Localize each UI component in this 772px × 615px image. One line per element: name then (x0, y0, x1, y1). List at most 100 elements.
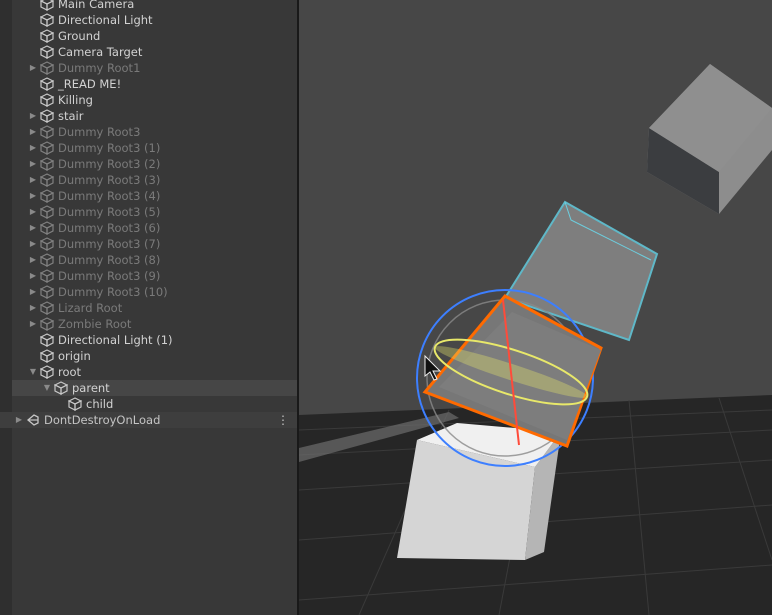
fold-collapsed-icon[interactable]: ▶ (28, 220, 38, 236)
cube-icon (39, 333, 55, 347)
hierarchy-item-label: Dummy Root3 (1) (58, 141, 161, 155)
cube-icon (39, 93, 55, 107)
cube-icon (39, 29, 55, 43)
cube-icon (39, 173, 55, 187)
hierarchy-item-main-camera[interactable]: Main Camera (12, 0, 297, 12)
hierarchy-item-label: Dummy Root3 (7) (58, 237, 161, 251)
cube-icon (39, 189, 55, 203)
hierarchy-item-origin[interactable]: origin (12, 348, 297, 364)
fold-collapsed-icon[interactable]: ▶ (28, 124, 38, 140)
hierarchy-item-label: _READ ME! (58, 77, 122, 91)
hierarchy-item-label: Dummy Root3 (10) (58, 285, 168, 299)
fold-collapsed-icon[interactable]: ▶ (28, 108, 38, 124)
cube-icon (53, 381, 69, 395)
cube-icon (39, 221, 55, 235)
unity-scene-icon (26, 413, 40, 427)
hierarchy-item-dummy-root3-5[interactable]: ▶ Dummy Root3 (5) (12, 204, 297, 220)
fold-collapsed-icon[interactable]: ▶ (28, 204, 38, 220)
hierarchy-item-label: Dummy Root3 (3) (58, 173, 161, 187)
cube-icon (39, 109, 55, 123)
fold-collapsed-icon[interactable]: ▶ (28, 236, 38, 252)
hierarchy-item-dummy-root3-10[interactable]: ▶ Dummy Root3 (10) (12, 284, 297, 300)
hierarchy-item-label: parent (72, 381, 110, 395)
cube-icon (39, 141, 55, 155)
cube-icon (39, 0, 55, 11)
hierarchy-item-root[interactable]: ▼ root (12, 364, 297, 380)
hierarchy-item-label: Directional Light (58, 13, 153, 27)
hierarchy-item-directional-light-1[interactable]: Directional Light (1) (12, 332, 297, 348)
scene-canvas[interactable] (299, 0, 772, 615)
scene-menu-button[interactable]: ⋮ (277, 412, 289, 428)
hierarchy-item-label: Main Camera (58, 0, 135, 11)
cube-icon (39, 237, 55, 251)
scene-header-dontdestroyonload[interactable]: ▶ DontDestroyOnLoad ⋮ (0, 412, 297, 428)
hierarchy-item-label: stair (58, 109, 84, 123)
cube-icon (39, 13, 55, 27)
cube-icon (39, 157, 55, 171)
hierarchy-item-dummy-root3-8[interactable]: ▶ Dummy Root3 (8) (12, 252, 297, 268)
hierarchy-item-stair[interactable]: ▶ stair (12, 108, 297, 124)
hierarchy-panel: Main Camera Directional Light Ground Camera… (0, 0, 297, 615)
cube-icon (39, 253, 55, 267)
cube-icon (39, 365, 55, 379)
hierarchy-item-dummy-root3-2[interactable]: ▶ Dummy Root3 (2) (12, 156, 297, 172)
hierarchy-item-ground[interactable]: Ground (12, 28, 297, 44)
hierarchy-item-label: Dummy Root3 (4) (58, 189, 161, 203)
base-cube[interactable] (397, 423, 561, 560)
fold-collapsed-icon[interactable]: ▶ (28, 156, 38, 172)
fold-collapsed-icon[interactable]: ▶ (14, 412, 24, 428)
hierarchy-item-dummy-root3-3[interactable]: ▶ Dummy Root3 (3) (12, 172, 297, 188)
cube-icon (39, 45, 55, 59)
hierarchy-item-label: Dummy Root3 (8) (58, 253, 161, 267)
hierarchy-item-label: Dummy Root3 (5) (58, 205, 161, 219)
hierarchy-item-camera-target[interactable]: Camera Target (12, 44, 297, 60)
fold-collapsed-icon[interactable]: ▶ (28, 252, 38, 268)
scene-view[interactable] (299, 0, 772, 615)
hierarchy-item-label: Killing (58, 93, 93, 107)
fold-collapsed-icon[interactable]: ▶ (28, 60, 38, 76)
hierarchy-item-label: Dummy Root3 (6) (58, 221, 161, 235)
hierarchy-item-parent[interactable]: ▼ parent (12, 380, 297, 396)
hierarchy-item-dummy-root1[interactable]: ▶ Dummy Root1 (12, 60, 297, 76)
hierarchy-item-dummy-root3-9[interactable]: ▶ Dummy Root3 (9) (12, 268, 297, 284)
fold-collapsed-icon[interactable]: ▶ (28, 172, 38, 188)
hierarchy-gutter (0, 0, 12, 615)
scene-header-label: DontDestroyOnLoad (44, 413, 161, 427)
fold-collapsed-icon[interactable]: ▶ (28, 316, 38, 332)
cube-icon (39, 125, 55, 139)
hierarchy-item-dummy-root3-4[interactable]: ▶ Dummy Root3 (4) (12, 188, 297, 204)
hierarchy-item-directional-light[interactable]: Directional Light (12, 12, 297, 28)
fold-collapsed-icon[interactable]: ▶ (28, 284, 38, 300)
hierarchy-item-label: Directional Light (1) (58, 333, 173, 347)
hierarchy-item-label: child (86, 397, 114, 411)
cube-icon (39, 269, 55, 283)
hierarchy-item-dummy-root3-6[interactable]: ▶ Dummy Root3 (6) (12, 220, 297, 236)
hierarchy-item-label: origin (58, 349, 91, 363)
hierarchy-item-dummy-root3[interactable]: ▶ Dummy Root3 (12, 124, 297, 140)
hierarchy-item-lizard-root[interactable]: ▶ Lizard Root (12, 300, 297, 316)
cube-icon (39, 61, 55, 75)
fold-expanded-icon[interactable]: ▼ (28, 364, 38, 380)
hierarchy-item-label: root (58, 365, 82, 379)
hierarchy-item-label: Ground (58, 29, 101, 43)
cube-icon (39, 301, 55, 315)
fold-collapsed-icon[interactable]: ▶ (28, 268, 38, 284)
hierarchy-item-read-me[interactable]: _READ ME! (12, 76, 297, 92)
hierarchy-item-label: Dummy Root3 (9) (58, 269, 161, 283)
cube-icon (39, 77, 55, 91)
hierarchy-item-dummy-root3-1[interactable]: ▶ Dummy Root3 (1) (12, 140, 297, 156)
cube-icon (39, 317, 55, 331)
cube-icon (39, 285, 55, 299)
hierarchy-item-label: Dummy Root3 (58, 125, 141, 139)
fold-collapsed-icon[interactable]: ▶ (28, 188, 38, 204)
hierarchy-item-label: Dummy Root1 (58, 61, 141, 75)
hierarchy-item-zombie-root[interactable]: ▶ Zombie Root (12, 316, 297, 332)
hierarchy-item-killing[interactable]: Killing (12, 92, 297, 108)
floating-cube[interactable] (647, 64, 772, 214)
fold-collapsed-icon[interactable]: ▶ (28, 140, 38, 156)
fold-collapsed-icon[interactable]: ▶ (28, 300, 38, 316)
hierarchy-item-dummy-root3-7[interactable]: ▶ Dummy Root3 (7) (12, 236, 297, 252)
fold-expanded-icon[interactable]: ▼ (42, 380, 52, 396)
hierarchy-item-label: Dummy Root3 (2) (58, 157, 161, 171)
hierarchy-item-child[interactable]: child (12, 396, 297, 412)
